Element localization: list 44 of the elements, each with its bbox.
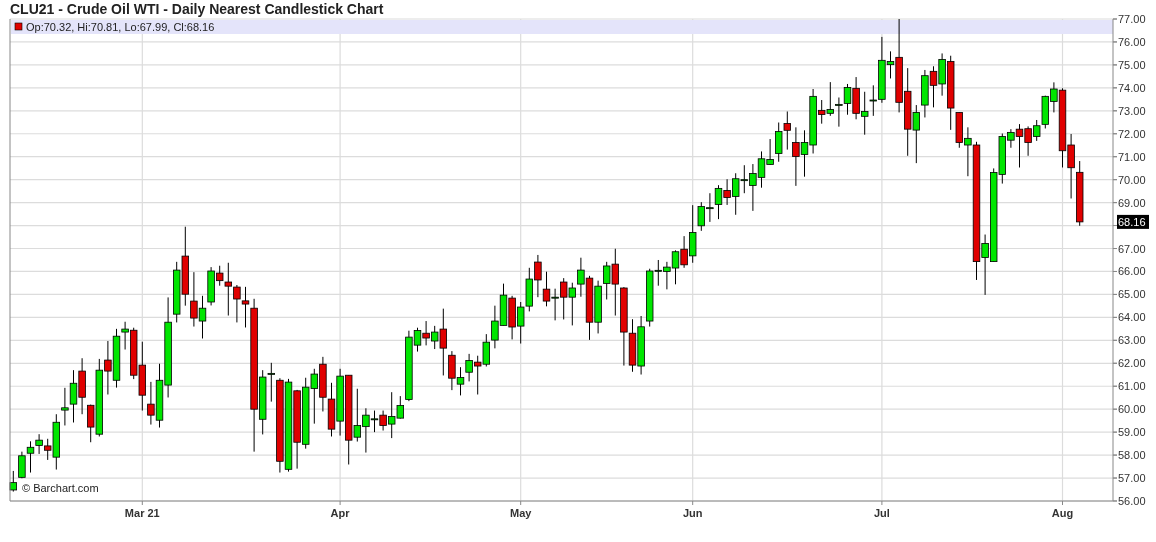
axis-label: Mar 21: [124, 507, 160, 519]
axis-label: Jul: [873, 507, 890, 519]
axis-label: 76.00: [1118, 35, 1146, 48]
candlestick: [929, 65, 938, 108]
axis-label: 74.00: [1118, 81, 1146, 94]
axis-label: 71.00: [1118, 150, 1146, 163]
price-tag: 68.16: [1117, 214, 1149, 229]
candlestick: [327, 382, 336, 437]
axis-label: 65.00: [1118, 288, 1146, 301]
axis-label: 59.00: [1118, 426, 1146, 439]
legend-text: Op:70.32, Hi:70.81, Lo:67.99, Cl:68.16: [26, 21, 215, 33]
candlestick: [757, 150, 766, 189]
axis-label: 61.00: [1118, 380, 1146, 393]
candlestick: [714, 184, 723, 220]
axis-label: 73.00: [1118, 104, 1146, 117]
candlestick: [843, 83, 852, 116]
axis-label: 70.00: [1118, 173, 1146, 186]
axis-label: 62.00: [1118, 357, 1146, 370]
axis-label: 64.00: [1118, 311, 1146, 324]
candlestick: [456, 366, 465, 396]
axis-label: 77.00: [1118, 13, 1146, 25]
axis-label: Jun: [682, 507, 703, 519]
axis-label: 67.00: [1118, 242, 1146, 255]
axis-label: 58.00: [1118, 449, 1146, 462]
axis-label: May: [510, 507, 532, 519]
legend-swatch-icon: [14, 22, 23, 31]
candlestick: [800, 129, 809, 178]
axis-label: Apr: [330, 507, 350, 519]
candlestick: [198, 295, 207, 339]
credit-text: © Barchart.com: [22, 482, 99, 494]
axis-label: 72.00: [1118, 127, 1146, 140]
candlestick: [499, 283, 508, 326]
axis-label: 60.00: [1118, 403, 1146, 416]
axis-label: 66.00: [1118, 265, 1146, 278]
axis-label: 75.00: [1118, 58, 1146, 71]
axis-label: 63.00: [1118, 334, 1146, 347]
candlestick: [671, 249, 680, 285]
chart-title: CLU21 - Crude Oil WTI - Daily Nearest Candlestick Chart: [10, 0, 384, 17]
candlestick: [69, 369, 78, 423]
axis-label: 57.00: [1118, 472, 1146, 485]
axis-label: Aug: [1051, 507, 1074, 519]
candlestick: [542, 271, 551, 307]
axis-label: 69.00: [1118, 196, 1146, 209]
axis-label: 56.00: [1118, 495, 1146, 507]
